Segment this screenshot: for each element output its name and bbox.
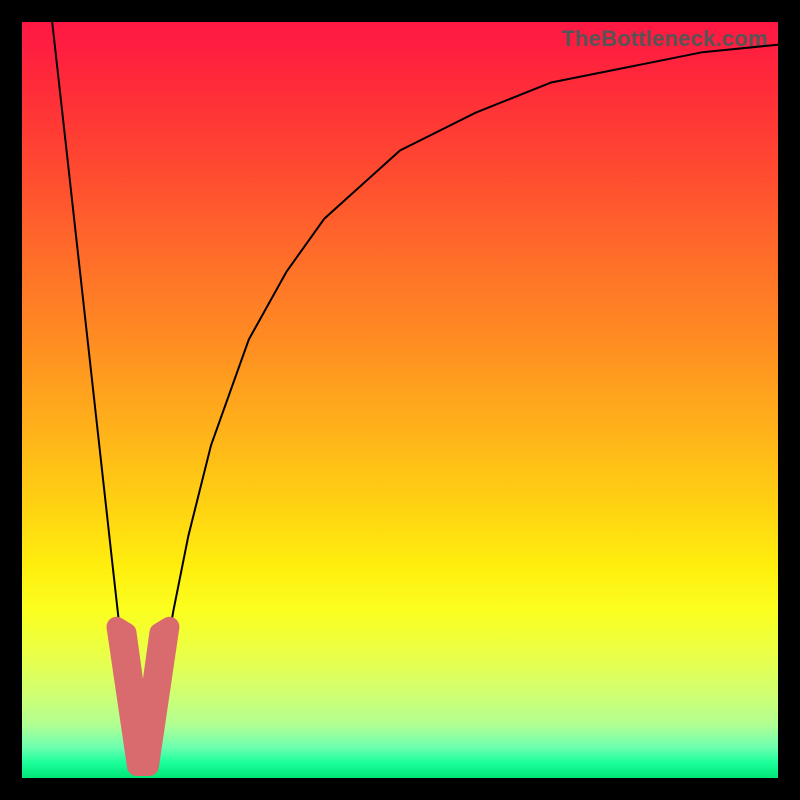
minimum-marker bbox=[117, 627, 170, 766]
right-curve-line bbox=[143, 45, 778, 771]
plot-area: TheBottleneck.com bbox=[22, 22, 778, 778]
chart-frame: TheBottleneck.com bbox=[0, 0, 800, 800]
curve-layer bbox=[22, 22, 778, 778]
